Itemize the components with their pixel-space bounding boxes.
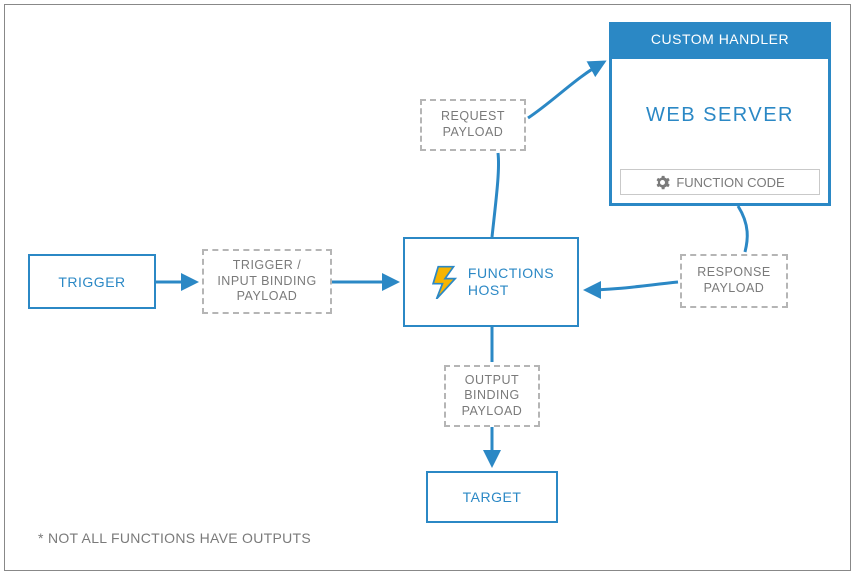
function-code-box: FUNCTION CODE	[620, 169, 820, 195]
output-payload-label: OUTPUT BINDING PAYLOAD	[462, 373, 523, 420]
target-label: TARGET	[463, 489, 522, 505]
lightning-bolt-icon	[428, 265, 462, 299]
web-server-label: WEB SERVER	[646, 104, 794, 127]
footnote-label: * NOT ALL FUNCTIONS HAVE OUTPUTS	[38, 530, 311, 546]
diagram-canvas: TRIGGER TRIGGER / INPUT BINDING PAYLOAD …	[0, 0, 855, 575]
output-payload-box: OUTPUT BINDING PAYLOAD	[444, 365, 540, 427]
custom-handler-header: CUSTOM HANDLER	[609, 22, 831, 56]
trigger-box: TRIGGER	[28, 254, 156, 309]
custom-handler-header-label: CUSTOM HANDLER	[651, 31, 789, 47]
response-payload-box: RESPONSE PAYLOAD	[680, 254, 788, 308]
gear-icon	[655, 175, 670, 190]
functions-host-box: FUNCTIONS HOST	[403, 237, 579, 327]
input-payload-label: TRIGGER / INPUT BINDING PAYLOAD	[217, 258, 316, 305]
request-payload-box: REQUEST PAYLOAD	[420, 99, 526, 151]
function-code-label: FUNCTION CODE	[676, 175, 784, 190]
target-box: TARGET	[426, 471, 558, 523]
trigger-label: TRIGGER	[58, 274, 125, 290]
response-payload-label: RESPONSE PAYLOAD	[697, 265, 770, 296]
footnote: * NOT ALL FUNCTIONS HAVE OUTPUTS	[38, 530, 311, 546]
input-payload-box: TRIGGER / INPUT BINDING PAYLOAD	[202, 249, 332, 314]
request-payload-label: REQUEST PAYLOAD	[441, 109, 505, 140]
functions-host-content: FUNCTIONS HOST	[428, 265, 554, 300]
functions-host-label: FUNCTIONS HOST	[468, 265, 554, 300]
